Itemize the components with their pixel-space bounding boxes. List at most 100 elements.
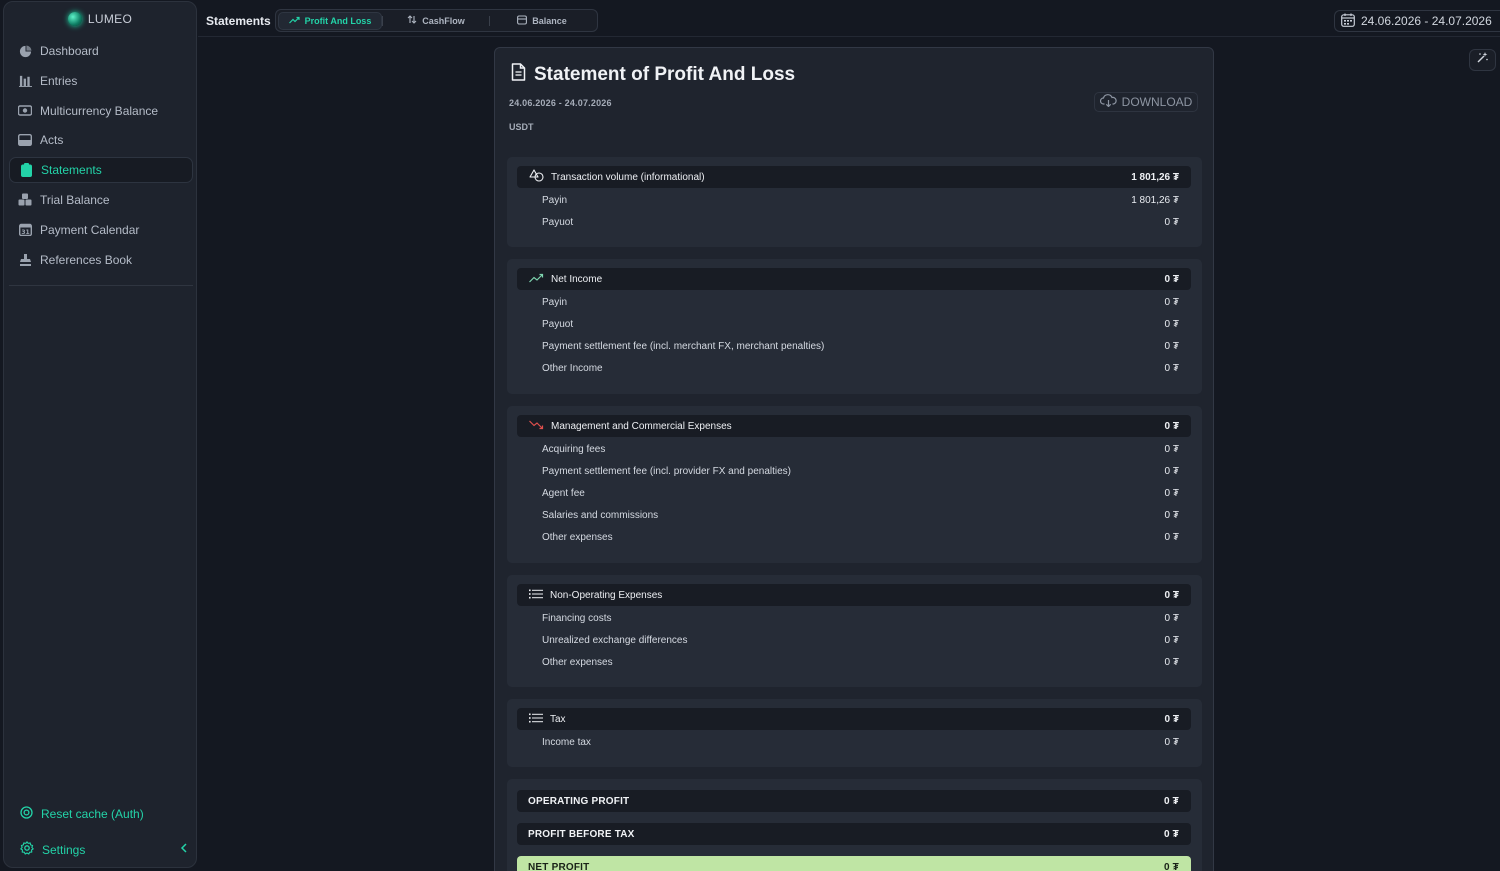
- sidebar-item-payment-calendar[interactable]: 31 Payment Calendar: [9, 217, 193, 243]
- section-title: Management and Commercial Expenses: [551, 420, 732, 432]
- row-label: Payin: [542, 195, 568, 206]
- download-button[interactable]: DOWNLOAD: [1094, 92, 1198, 112]
- sidebar-item-trial-balance[interactable]: Trial Balance: [9, 187, 193, 213]
- summary-value: 0 ₮: [1163, 828, 1179, 840]
- header-divider: [198, 36, 1500, 37]
- page-title: Statements: [206, 14, 271, 28]
- statement-row: Income tax 0 ₮: [542, 737, 1179, 748]
- sidebar-nav: Dashboard Entries Multicurrency Balance …: [9, 38, 193, 276]
- sidebar-item-dashboard[interactable]: Dashboard: [9, 38, 193, 64]
- coins-icon: [18, 104, 32, 118]
- row-label: Payment settlement fee (incl. provider F…: [542, 466, 792, 477]
- bar-chart-icon: [18, 74, 32, 88]
- statement-title-text: Statement of Profit And Loss: [534, 64, 796, 85]
- row-label: Other expenses: [542, 657, 613, 668]
- tab-profit-and-loss[interactable]: Profit And Loss: [278, 11, 382, 30]
- row-value: 0 ₮: [1164, 444, 1179, 455]
- sidebar: LUMEO Dashboard Entries Multicurrency Ba…: [3, 1, 197, 868]
- statement-card: Statement of Profit And Loss 24.06.2026 …: [494, 47, 1214, 871]
- cubes-icon: [18, 193, 32, 207]
- svg-text:31: 31: [21, 229, 29, 236]
- sidebar-item-references-book[interactable]: References Book: [9, 247, 193, 273]
- row-value: 0 ₮: [1164, 341, 1179, 352]
- date-range-value: 24.06.2026 - 24.07.2026: [1361, 14, 1492, 28]
- calendar-icon: [1341, 13, 1355, 30]
- row-value: 1 801,26 ₮: [1131, 195, 1179, 206]
- row-label: Agent fee: [542, 488, 585, 499]
- row-value: 0 ₮: [1164, 217, 1179, 228]
- list-icon: [529, 713, 543, 726]
- sidebar-item-multicurrency-balance[interactable]: Multicurrency Balance: [9, 98, 193, 124]
- logo[interactable]: LUMEO: [4, 12, 196, 26]
- pie-chart-icon: [18, 44, 32, 58]
- section-header[interactable]: Management and Commercial Expenses 0 ₮: [517, 415, 1191, 437]
- statement-row: Acquiring fees 0 ₮: [542, 444, 1179, 455]
- collapse-sidebar-button[interactable]: [180, 842, 188, 856]
- document-icon: [511, 63, 526, 87]
- shapes-icon: [529, 169, 544, 185]
- sidebar-divider: [9, 285, 193, 286]
- net-profit-row: NET PROFIT 0 ₮: [517, 856, 1191, 871]
- sidebar-item-label: Statements: [41, 163, 102, 178]
- operating-profit-row: OPERATING PROFIT 0 ₮: [517, 790, 1191, 812]
- row-label: Other expenses: [542, 532, 613, 543]
- tab-label: Balance: [532, 15, 567, 26]
- row-value: 0 ₮: [1164, 363, 1179, 374]
- section-title: Net Income: [551, 273, 603, 285]
- list-icon: [529, 589, 543, 602]
- sidebar-item-statements[interactable]: Statements: [9, 157, 193, 184]
- sidebar-item-label: Payment Calendar: [40, 222, 140, 237]
- row-value: 0 ₮: [1164, 466, 1179, 477]
- wallet-icon: [517, 14, 528, 27]
- statement-row: Financing costs 0 ₮: [542, 613, 1179, 624]
- row-label: Salaries and commissions: [542, 510, 659, 521]
- tab-balance[interactable]: Balance: [490, 12, 594, 30]
- row-value: 0 ₮: [1164, 737, 1179, 748]
- download-label: DOWNLOAD: [1121, 95, 1193, 109]
- section-total: 0 ₮: [1164, 420, 1179, 432]
- section-total: 1 801,26 ₮: [1131, 171, 1179, 183]
- gear-icon: [20, 841, 34, 858]
- settings-label: Settings: [42, 842, 86, 857]
- section-header[interactable]: Net Income 0 ₮: [517, 268, 1191, 290]
- section-title: Non-Operating Expenses: [550, 589, 663, 601]
- date-range-picker[interactable]: 24.06.2026 - 24.07.2026: [1334, 10, 1500, 32]
- row-label: Unrealized exchange differences: [542, 635, 688, 646]
- chevron-left-icon: [180, 842, 188, 856]
- summary-label: PROFIT BEFORE TAX: [528, 828, 635, 840]
- summary-box: OPERATING PROFIT 0 ₮ PROFIT BEFORE TAX 0…: [507, 779, 1202, 871]
- reset-cache-button[interactable]: Reset cache (Auth): [20, 806, 144, 822]
- section-header[interactable]: Tax 0 ₮: [517, 708, 1191, 730]
- magic-wand-button[interactable]: [1469, 49, 1496, 71]
- tab-cashflow[interactable]: CashFlow: [383, 12, 489, 30]
- row-value: 0 ₮: [1164, 510, 1179, 521]
- row-label: Payin: [542, 297, 568, 308]
- section-header[interactable]: Transaction volume (informational) 1 801…: [517, 166, 1191, 188]
- statement-row: Payuot 0 ₮: [542, 319, 1179, 330]
- row-value: 0 ₮: [1164, 613, 1179, 624]
- statement-period: 24.06.2026 - 24.07.2026: [509, 98, 612, 108]
- sparkle-icon: [1476, 51, 1489, 69]
- sidebar-item-entries[interactable]: Entries: [9, 68, 193, 94]
- settings-button[interactable]: Settings: [20, 841, 85, 858]
- logo-icon: [67, 12, 82, 26]
- row-value: 0 ₮: [1164, 488, 1179, 499]
- summary-label: NET PROFIT: [528, 861, 590, 871]
- row-label: Acquiring fees: [542, 444, 606, 455]
- summary-value: 0 ₮: [1163, 795, 1179, 807]
- sidebar-item-label: Acts: [40, 133, 64, 148]
- inbox-icon: [18, 133, 32, 147]
- section-header[interactable]: Non-Operating Expenses 0 ₮: [517, 584, 1191, 606]
- statement-row: Payment settlement fee (incl. provider F…: [542, 466, 1179, 477]
- calendar-icon: 31: [18, 223, 32, 237]
- app-root: LUMEO Dashboard Entries Multicurrency Ba…: [0, 0, 1500, 871]
- row-value: 0 ₮: [1164, 319, 1179, 330]
- statement-row: Unrealized exchange differences 0 ₮: [542, 635, 1179, 646]
- row-label: Payment settlement fee (incl. merchant F…: [542, 341, 825, 352]
- section-total: 0 ₮: [1164, 273, 1179, 285]
- statement-row: Payuot 0 ₮: [542, 217, 1179, 228]
- statement-row: Agent fee 0 ₮: [542, 488, 1179, 499]
- section-transaction-volume: Transaction volume (informational) 1 801…: [507, 157, 1202, 247]
- row-label: Income tax: [542, 737, 591, 748]
- sidebar-item-acts[interactable]: Acts: [9, 127, 193, 153]
